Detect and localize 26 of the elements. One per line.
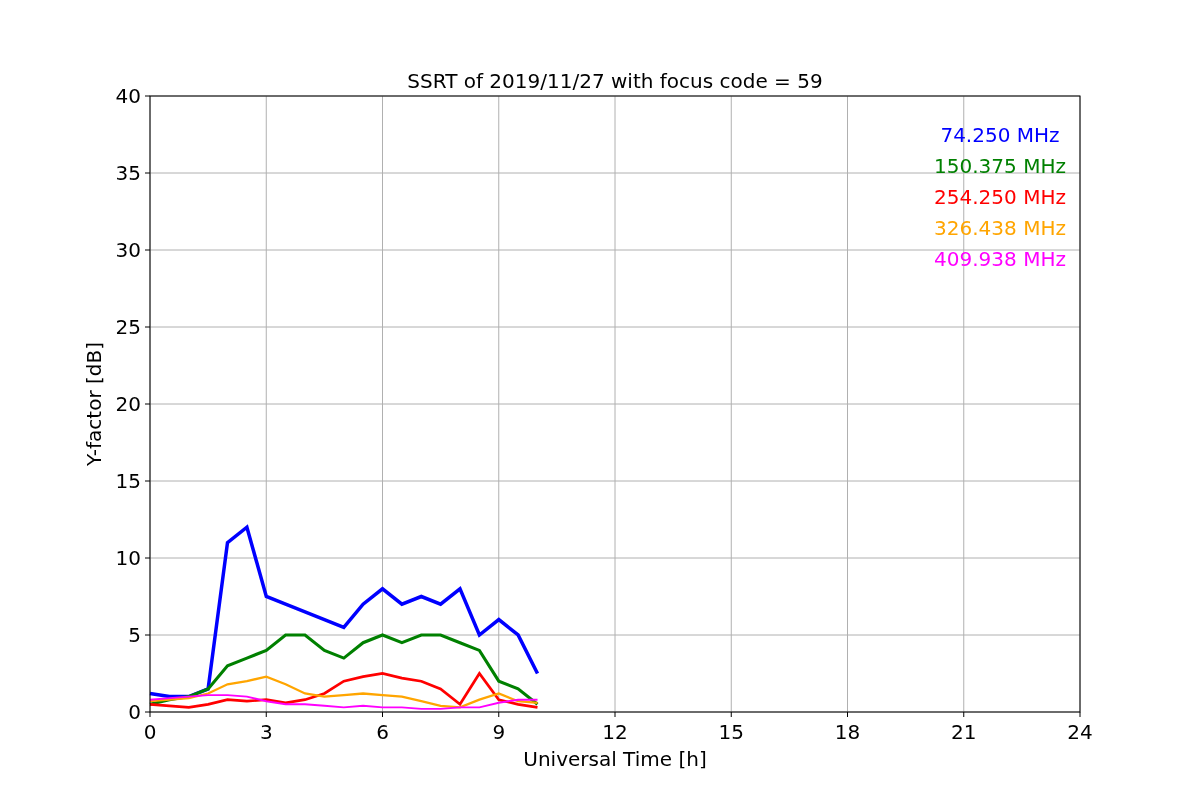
x-tick-label: 15: [718, 720, 744, 744]
y-tick-label: 10: [115, 546, 141, 570]
chart-title: SSRT of 2019/11/27 with focus code = 59: [407, 69, 823, 93]
legend-label: 326.438 MHz: [934, 216, 1066, 240]
y-tick-label: 15: [115, 469, 141, 493]
x-tick-label: 0: [143, 720, 157, 744]
x-axis-label: Universal Time [h]: [523, 747, 707, 771]
legend-label: 74.250 MHz: [940, 123, 1060, 147]
x-tick-label: 12: [602, 720, 628, 744]
y-tick-label: 30: [115, 238, 141, 262]
x-tick-label: 18: [834, 720, 861, 744]
x-tick-label: 6: [376, 720, 389, 744]
legend-label: 150.375 MHz: [934, 154, 1066, 178]
y-tick-label: 5: [128, 623, 141, 647]
y-tick-label: 40: [115, 84, 141, 108]
legend-label: 254.250 MHz: [934, 185, 1066, 209]
y-tick-label: 0: [128, 700, 141, 724]
x-tick-label: 9: [492, 720, 506, 744]
y-tick-label: 25: [115, 315, 141, 339]
y-tick-label: 35: [115, 161, 141, 185]
x-tick-label: 3: [259, 720, 273, 744]
x-tick-label: 21: [951, 720, 977, 744]
y-axis-label: Y-factor [dB]: [82, 342, 106, 466]
legend-label: 409.938 MHz: [934, 247, 1066, 271]
x-tick-label: 24: [1067, 720, 1093, 744]
y-tick-label: 20: [115, 392, 141, 416]
